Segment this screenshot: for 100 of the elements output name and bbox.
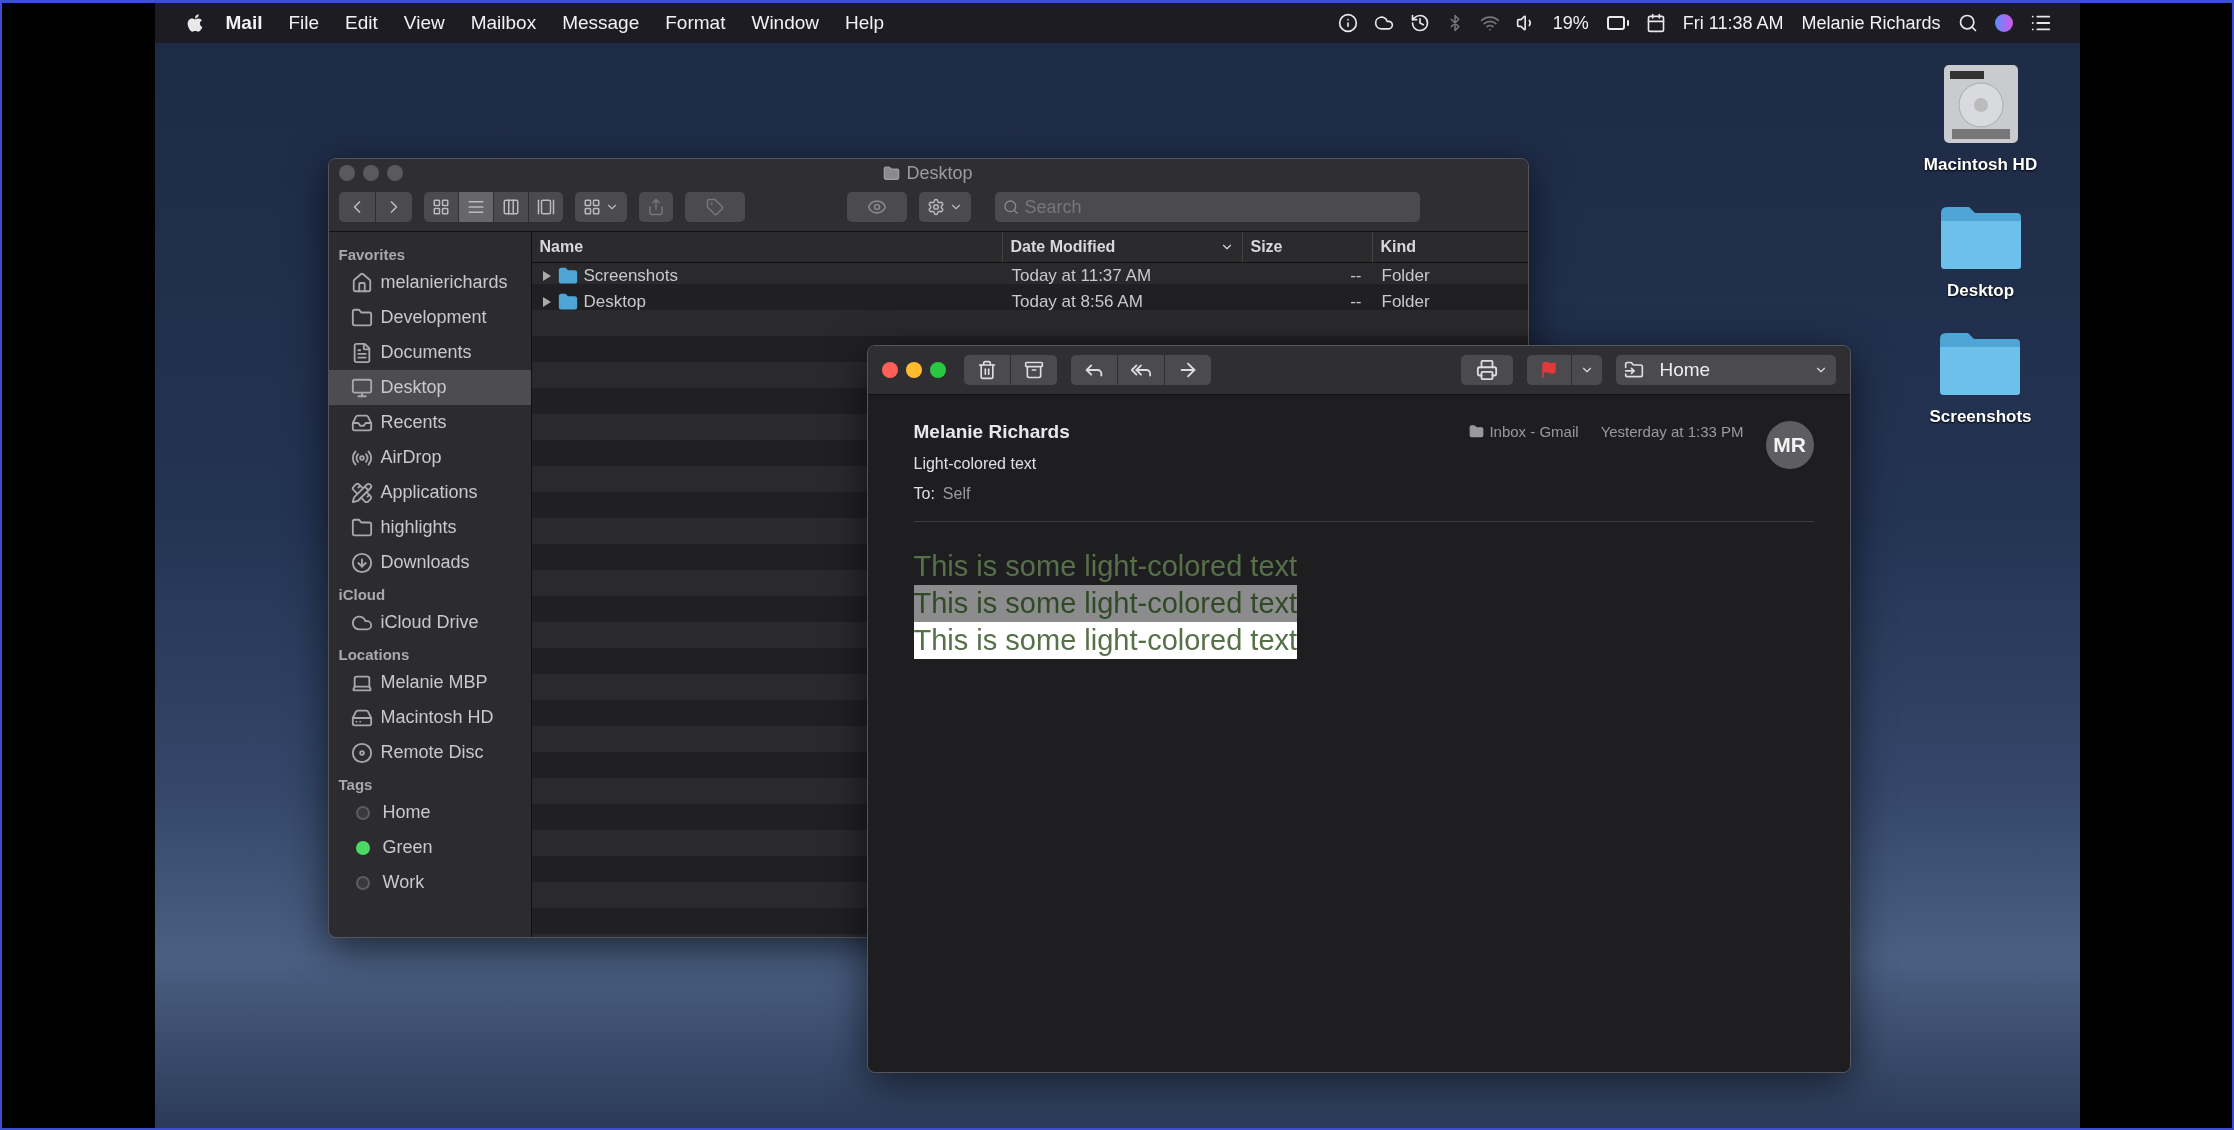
sidebar-item[interactable]: Documents [328,335,531,370]
sidebar-heading: Locations [337,645,411,665]
to-label: To: [913,485,935,503]
file-row[interactable]: Desktop Today at 8:56 AM -- Folder [531,289,1528,315]
home-icon [350,271,373,294]
zoom-button[interactable] [929,362,946,378]
table-cell-text: Folder [1380,292,1431,312]
file-name: Desktop [583,292,646,312]
column-header[interactable]: Kind [1371,232,1528,262]
menu-item[interactable]: Window [738,12,833,34]
arrange-button[interactable] [574,192,627,222]
tag-button[interactable] [684,192,745,222]
menu-item[interactable]: File [275,12,333,34]
delete-button[interactable] [963,355,1010,385]
view-mode-button[interactable] [458,192,493,222]
sidebar-item[interactable]: Downloads [328,545,531,580]
file-row[interactable]: Screenshots Today at 11:37 AM -- Folder [531,263,1528,289]
folder-icon [883,164,901,182]
battery-percentage: 19% [1551,12,1590,34]
view-mode-button[interactable] [493,192,528,222]
share-icon [646,198,665,216]
folder-arrow-icon [1623,360,1644,380]
minimize-button[interactable] [905,362,922,378]
desktop-icon-label[interactable]: Macintosh HD [1923,155,2038,175]
clock[interactable]: Fri 11:38 AM [1673,12,1793,34]
flag-button[interactable] [1526,355,1571,385]
archive-icon [1023,360,1044,380]
archive-button[interactable] [1010,355,1057,385]
desktop-icon-label[interactable]: Desktop [1946,281,2015,301]
sidebar-item[interactable]: Applications [328,475,531,510]
settings-icon [926,198,945,216]
sidebar-item[interactable]: Green [328,830,531,865]
columns-view-icon [501,198,520,216]
folder-icon [557,292,578,312]
sidebar-item[interactable]: Remote Disc [328,735,531,770]
menu-item[interactable]: Format [652,12,739,34]
folder-icon [1938,205,2023,271]
gallery-view-icon [536,198,555,216]
body-text: This is some light-colored text [913,585,1298,622]
body-text: This is some light-colored text [913,549,1298,584]
column-header[interactable]: Name [531,232,1002,262]
table-cell-text: Folder [1380,266,1431,286]
reply-all-button[interactable] [1117,355,1164,385]
view-mode-button[interactable] [423,192,458,222]
close-button[interactable] [881,362,898,378]
printer-icon [1475,359,1498,381]
search-icon [1002,199,1019,215]
mailbox-name: Inbox - Gmail [1489,423,1579,440]
window-title: Desktop [906,162,973,184]
forward-button[interactable] [1164,355,1211,385]
sidebar-item[interactable]: Work [328,865,531,900]
applications-icon [350,481,373,504]
menu-item[interactable]: View [390,12,458,34]
sidebar-heading: Tags [337,775,374,795]
user-name[interactable]: Melanie Richards [1792,12,1950,34]
disclosure-triangle-icon[interactable] [541,270,552,282]
disc-icon [350,741,373,764]
recipient: Self [942,485,971,503]
flag-icon [1539,361,1558,379]
hard-drive-icon [1941,63,2020,145]
reply-button[interactable] [1070,355,1117,385]
sidebar-item[interactable]: Melanie MBP [328,665,531,700]
sidebar-item[interactable]: Desktop [328,370,531,405]
eye-icon [866,197,887,217]
list-view-icon [466,198,485,216]
tag-icon [705,198,724,216]
sidebar-item[interactable]: Development [328,300,531,335]
trash-icon [976,360,997,380]
sidebar-item[interactable]: melanierichards [328,265,531,300]
column-header[interactable]: Date Modified [1001,232,1242,262]
sidebar-item[interactable]: Macintosh HD [328,700,531,735]
sidebar-item[interactable]: highlights [328,510,531,545]
quick-look-button[interactable] [846,192,907,222]
sidebar-heading: Favorites [337,245,407,265]
column-header[interactable]: Size [1241,232,1372,262]
menu-item[interactable]: Edit [332,12,391,34]
menu-item[interactable]: Message [549,12,653,34]
move-to-mailbox-menu[interactable]: Home [1615,355,1836,385]
menu-item[interactable]: Mailbox [457,12,550,34]
downloads-icon [350,551,373,574]
sidebar-heading: iCloud [337,585,387,605]
icons-view-icon [431,198,450,216]
share-button[interactable] [638,192,673,222]
disclosure-triangle-icon[interactable] [541,296,552,308]
action-button[interactable] [918,192,971,222]
sidebar-item[interactable]: Home [328,795,531,830]
sidebar-item[interactable]: Recents [328,405,531,440]
table-cell-text: Today at 8:56 AM [1010,292,1144,312]
table-cell-text: -- [1349,292,1363,312]
folder-icon [350,306,373,329]
view-mode-button[interactable] [528,192,563,222]
file-name: Screenshots [583,266,678,286]
menu-item[interactable]: Mail [212,12,276,34]
print-button[interactable] [1460,355,1513,385]
desktop-icon-label[interactable]: Screenshots [1929,407,2032,427]
sender-name: Melanie Richards [913,421,1070,443]
sidebar-item[interactable]: AirDrop [328,440,531,475]
menu-item[interactable]: Help [832,12,898,34]
sidebar-item[interactable]: iCloud Drive [328,605,531,640]
flag-menu-button[interactable] [1571,355,1602,385]
